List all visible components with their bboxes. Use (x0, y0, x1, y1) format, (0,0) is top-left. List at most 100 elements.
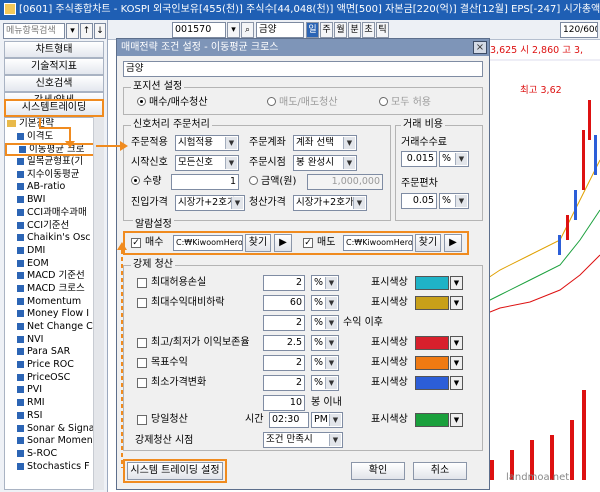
menu-signal-search[interactable]: 신호검색 (4, 75, 104, 92)
max-loss-color-swatch[interactable] (415, 276, 449, 290)
order-time-select[interactable]: 봉 완성시 (293, 155, 357, 171)
down-arrow-icon[interactable]: ↓ (94, 23, 106, 39)
bar-limit-input[interactable]: 10 (263, 395, 305, 411)
tree-item[interactable]: 지수이동평균 (5, 169, 99, 182)
target-profit-color-swatch[interactable] (415, 356, 449, 370)
menu-system-trading[interactable]: 시스템트레이딩 (4, 99, 104, 117)
tree-item[interactable]: MACD 크로스 (5, 283, 99, 296)
max-loss-checkbox[interactable] (137, 278, 147, 288)
sameday-color-swatch[interactable] (415, 413, 449, 427)
tree-item[interactable]: Price ROC (5, 359, 99, 372)
tree-item[interactable]: Money Flow I (5, 308, 99, 321)
tree-item[interactable]: AB-ratio (5, 181, 99, 194)
sameday-exit-checkbox[interactable] (137, 415, 147, 425)
exit-price-select[interactable]: 시장가+2호가 (293, 195, 367, 211)
stock-code-input[interactable]: 001570 (172, 22, 226, 38)
alarm-sell-play-icon[interactable]: ▶ (444, 234, 462, 252)
position-option-buy[interactable]: 매수/매수청산 (137, 96, 208, 110)
tree-item[interactable]: Stochastics F (5, 461, 99, 474)
cancel-button[interactable]: 취소 (413, 462, 467, 480)
amount-radio[interactable]: 금액(원) (249, 175, 296, 189)
position-option-both[interactable]: 모두 허용 (379, 96, 431, 110)
min-price-change-input[interactable]: 2 (263, 375, 305, 391)
up-arrow-icon[interactable]: ↑ (80, 23, 93, 39)
tree-scrollbar[interactable] (93, 117, 104, 490)
close-icon[interactable]: × (473, 41, 487, 54)
tree-item[interactable]: Momentum (5, 296, 99, 309)
tree-item[interactable]: Net Change C (5, 321, 99, 334)
menu-search-input[interactable]: 메뉴항목검색 (3, 23, 65, 39)
alarm-sell-browse-button[interactable]: 찾기 (415, 234, 441, 252)
time-input[interactable]: 02:30 (269, 412, 309, 428)
target-profit-unit-select[interactable]: % (311, 355, 339, 371)
amount-input[interactable]: 1,000,000 (307, 174, 383, 190)
ampm-select[interactable]: PM (311, 412, 343, 428)
menu-technical-indicator[interactable]: 기술적지표 (4, 58, 104, 75)
period-day-button[interactable]: 일 (306, 22, 319, 38)
tree-item[interactable]: EOM (5, 258, 99, 271)
tree-item[interactable]: PriceOSC (5, 372, 99, 385)
tree-item[interactable]: NVI (5, 334, 99, 347)
tree-item[interactable]: 일목균형표(기 (5, 156, 99, 169)
period-second-button[interactable]: 초 (362, 22, 375, 38)
tree-root-basic-strategy[interactable]: 기본전략 (5, 118, 99, 131)
tree-item[interactable]: MACD 기준선 (5, 270, 99, 283)
order-price-select[interactable]: 시험적용 (175, 135, 239, 151)
system-trading-settings-button[interactable]: 시스템 트레이딩 설정 (127, 462, 223, 480)
alarm-buy-checkbox[interactable]: ✓ (131, 238, 141, 248)
search-icon[interactable]: ⌕ (241, 22, 254, 38)
alarm-sell-checkbox[interactable]: ✓ (303, 238, 313, 248)
max-loss-unit-select[interactable]: % (311, 275, 339, 291)
tree-item[interactable]: Sonar & Signa (5, 423, 99, 436)
tree-item[interactable]: CCI기준선 (5, 220, 99, 233)
period-tick-button[interactable]: 틱 (376, 22, 389, 38)
min-price-change-color-dropdown-icon[interactable]: ▼ (450, 376, 463, 390)
menu-chart-type[interactable]: 차트형태 (4, 41, 104, 58)
profit-threshold-unit-select[interactable]: % (311, 315, 339, 331)
profit-preserve-color-swatch[interactable] (415, 336, 449, 350)
target-profit-color-dropdown-icon[interactable]: ▼ (450, 356, 463, 370)
max-loss-color-dropdown-icon[interactable]: ▼ (450, 276, 463, 290)
alarm-buy-browse-button[interactable]: 찾기 (245, 234, 271, 252)
target-profit-checkbox[interactable] (137, 358, 147, 368)
max-drawdown-checkbox[interactable] (137, 298, 147, 308)
max-drawdown-color-swatch[interactable] (415, 296, 449, 310)
min-price-change-unit-select[interactable]: % (311, 375, 339, 391)
code-dropdown-icon[interactable]: ▾ (227, 22, 240, 38)
forced-timing-select[interactable]: 조건 만족시 (263, 432, 343, 448)
alarm-buy-path[interactable]: C:₩KiwoomHero4₩s (173, 235, 243, 251)
slippage-unit-select[interactable]: % (439, 193, 469, 209)
profit-preserve-color-dropdown-icon[interactable]: ▼ (450, 336, 463, 350)
period-month-button[interactable]: 월 (334, 22, 347, 38)
period-week-button[interactable]: 주 (320, 22, 333, 38)
min-price-change-checkbox[interactable] (137, 378, 147, 388)
account-select[interactable]: 계좌 선택 (293, 135, 357, 151)
start-signal-select[interactable]: 모든신호 (175, 155, 239, 171)
slippage-input[interactable]: 0.05 (401, 193, 437, 209)
tree-item[interactable]: Chaikin's Osc (5, 232, 99, 245)
tree-item[interactable]: RMI (5, 397, 99, 410)
sameday-color-dropdown-icon[interactable]: ▼ (450, 413, 463, 427)
tree-item[interactable]: PVI (5, 384, 99, 397)
alarm-buy-play-icon[interactable]: ▶ (274, 234, 292, 252)
tree-item-selected[interactable]: 이동평균 크로 (5, 143, 99, 157)
tree-item[interactable]: Sonar Momen (5, 435, 99, 448)
search-dropdown-icon[interactable]: ▾ (66, 23, 79, 39)
entry-price-select[interactable]: 시장가+2호가 (175, 195, 245, 211)
max-drawdown-input[interactable]: 60 (263, 295, 305, 311)
alarm-sell-path[interactable]: C:₩KiwoomHero4₩s (343, 235, 413, 251)
qty-radio[interactable]: 수량 (131, 175, 161, 189)
tree-item[interactable]: RSI (5, 410, 99, 423)
tree-item[interactable]: BWI (5, 194, 99, 207)
target-profit-input[interactable]: 2 (263, 355, 305, 371)
tree-item[interactable]: 이격도 (5, 131, 99, 144)
fee-input[interactable]: 0.015 (401, 151, 437, 167)
period-minute-button[interactable]: 분 (348, 22, 361, 38)
max-drawdown-color-dropdown-icon[interactable]: ▼ (450, 296, 463, 310)
min-price-change-color-swatch[interactable] (415, 376, 449, 390)
profit-threshold-input[interactable]: 2 (263, 315, 305, 331)
tree-item[interactable]: CCI과매수과매 (5, 207, 99, 220)
tree-item[interactable]: Para SAR (5, 346, 99, 359)
max-drawdown-unit-select[interactable]: % (311, 295, 339, 311)
profit-preserve-input[interactable]: 2.5 (263, 335, 305, 351)
